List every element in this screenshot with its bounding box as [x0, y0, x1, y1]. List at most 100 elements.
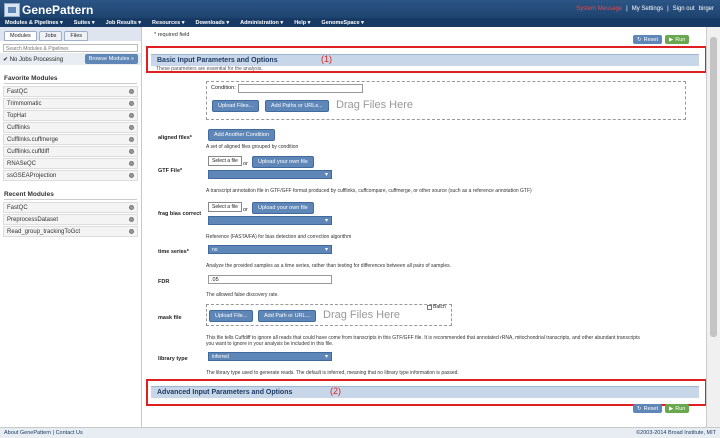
play-icon: ▶: [668, 405, 674, 412]
sidebar-module-item[interactable]: PreprocessDataset: [3, 214, 138, 225]
gtf-file-dropdown[interactable]: [208, 170, 332, 179]
mask-file-label: mask file: [158, 315, 182, 321]
fdr-input[interactable]: .05: [208, 275, 332, 284]
frag-file-dropdown[interactable]: [208, 216, 332, 225]
sidebar-module-item[interactable]: Cufflinks: [3, 122, 138, 133]
reset-button-bottom[interactable]: ↻ Reset: [633, 404, 662, 413]
menu-genomespace[interactable]: GenomeSpace ▾: [321, 20, 364, 26]
drag-files-text: Drag Files Here: [336, 99, 414, 111]
gtf-upload-button[interactable]: Upload your own file: [252, 156, 314, 168]
condition-input[interactable]: [238, 84, 363, 93]
condition-label: Condition:: [211, 85, 236, 91]
library-type-desc: The library type used to generate reads.…: [206, 370, 459, 376]
sidebar-module-item[interactable]: Read_group_trackingToGct: [3, 226, 138, 237]
frag-select-file-button[interactable]: Select a file: [208, 202, 242, 212]
time-series-label: time series*: [158, 249, 189, 255]
time-series-dropdown[interactable]: no: [208, 245, 332, 254]
menu-modules[interactable]: Modules & Pipelines ▾: [5, 20, 63, 26]
favorite-modules-heading: Favorite Modules: [4, 75, 137, 84]
genepattern-logo[interactable]: GenePattern: [4, 3, 93, 17]
top-buttons: ↻ Reset ▶ Run: [633, 35, 690, 44]
batch-option[interactable]: Batch: [427, 304, 446, 310]
recent-modules-list: FastQC PreprocessDataset Read_group_tracki…: [0, 202, 141, 237]
gear-icon[interactable]: [129, 137, 134, 142]
gear-icon[interactable]: [129, 205, 134, 210]
gear-icon[interactable]: [129, 161, 134, 166]
sidebar-module-item[interactable]: ssGSEAProjection: [3, 170, 138, 181]
run-button[interactable]: ▶ Run: [664, 35, 690, 44]
upload-files-button[interactable]: Upload Files...: [212, 100, 260, 112]
reset-button[interactable]: ↻ Reset: [633, 35, 662, 44]
time-series-desc: Analyze the provided samples as a time s…: [206, 263, 452, 269]
favorite-modules-list: FastQC Trimmomatic TopHat Cufflinks Cufflink…: [0, 86, 141, 181]
menu-job-results[interactable]: Job Results ▾: [106, 20, 141, 26]
reset-icon: ↻: [637, 36, 642, 43]
gear-icon[interactable]: [129, 149, 134, 154]
aligned-files-desc: A set of aligned files grouped by condit…: [206, 144, 299, 150]
scrollbar[interactable]: [706, 27, 720, 427]
menu-administration[interactable]: Administration ▾: [240, 20, 283, 26]
gear-icon[interactable]: [129, 217, 134, 222]
annotation-label-1: (1): [321, 54, 332, 64]
job-status-row: ✔ No Jobs Processing Browse Modules »: [0, 53, 141, 65]
menu-resources[interactable]: Resources ▾: [152, 20, 184, 26]
fdr-label: FDR: [158, 279, 170, 285]
menu-suites[interactable]: Suites ▾: [74, 20, 95, 26]
mask-add-path-button[interactable]: Add Path or URL...: [258, 310, 317, 322]
sidebar-module-item[interactable]: FastQC: [3, 86, 138, 97]
gtf-file-label: GTF File*: [158, 168, 183, 174]
bottom-buttons: ↻ Reset ▶ Run: [633, 404, 690, 413]
system-message-link[interactable]: System Message: [576, 6, 622, 12]
add-condition-button[interactable]: Add Another Condition: [208, 129, 276, 141]
annotation-label-2: (2): [330, 386, 341, 396]
sign-out-link[interactable]: Sign out: [673, 6, 695, 12]
frag-or-text: or: [243, 207, 248, 213]
scrollbar-thumb[interactable]: [710, 37, 717, 337]
gear-icon[interactable]: [129, 229, 134, 234]
batch-checkbox[interactable]: [427, 304, 432, 310]
tab-files[interactable]: Files: [64, 31, 89, 41]
aligned-files-label: aligned files*: [158, 135, 192, 141]
frag-upload-button[interactable]: Upload your own file: [252, 202, 314, 214]
gtf-select-file-button[interactable]: Select a file: [208, 156, 242, 166]
search-input[interactable]: Search Modules & Pipelines: [3, 44, 138, 52]
mask-upload-button[interactable]: Upload File...: [209, 310, 254, 322]
recent-modules-heading: Recent Modules: [4, 191, 137, 200]
gear-icon[interactable]: [129, 173, 134, 178]
copyright: ©2003-2014 Broad Institute, MIT: [636, 430, 716, 436]
tab-jobs[interactable]: Jobs: [38, 31, 63, 41]
annotation-box-2: [146, 379, 707, 406]
annotation-box-1: [146, 46, 707, 73]
footer-links[interactable]: About GenePattern | Contact Us: [4, 430, 83, 436]
user-links: System Message | My Settings | Sign out …: [576, 6, 714, 12]
browse-modules-button[interactable]: Browse Modules »: [84, 54, 138, 64]
required-note: * required field: [154, 32, 190, 38]
frag-bias-label: frag bias correct: [158, 211, 202, 217]
reset-icon: ↻: [637, 405, 642, 412]
play-icon: ▶: [668, 36, 674, 43]
tab-modules[interactable]: Modules: [4, 31, 37, 41]
run-button-bottom[interactable]: ▶ Run: [664, 404, 690, 413]
sidebar-module-item[interactable]: Cufflinks.cuffdiff: [3, 146, 138, 157]
sidebar-module-item[interactable]: TopHat: [3, 110, 138, 121]
library-type-label: library type: [158, 356, 188, 362]
sidebar-module-item[interactable]: RNASeQC: [3, 158, 138, 169]
menu-help[interactable]: Help ▾: [294, 20, 310, 26]
frag-bias-desc: Reference (FASTA/FA) for bias detection …: [206, 234, 352, 240]
sidebar-tabs: Modules Jobs Files: [0, 27, 141, 41]
my-settings-link[interactable]: My Settings: [632, 6, 663, 12]
add-paths-button[interactable]: Add Paths or URLs...: [265, 100, 329, 112]
sidebar-module-item[interactable]: FastQC: [3, 202, 138, 213]
gtf-or-text: or: [243, 161, 248, 167]
gear-icon[interactable]: [129, 101, 134, 106]
sidebar-module-item[interactable]: Cufflinks.cuffmerge: [3, 134, 138, 145]
sidebar-module-item[interactable]: Trimmomatic: [3, 98, 138, 109]
footer: About GenePattern | Contact Us ©2003-201…: [0, 427, 720, 438]
main-panel: * required field ↻ Reset ▶ Run Basic Input…: [146, 27, 707, 427]
gear-icon[interactable]: [129, 113, 134, 118]
gear-icon[interactable]: [129, 125, 134, 130]
gear-icon[interactable]: [129, 89, 134, 94]
menu-downloads[interactable]: Downloads ▾: [195, 20, 229, 26]
library-type-dropdown[interactable]: inferred: [208, 352, 332, 361]
job-status: ✔ No Jobs Processing: [3, 56, 64, 63]
